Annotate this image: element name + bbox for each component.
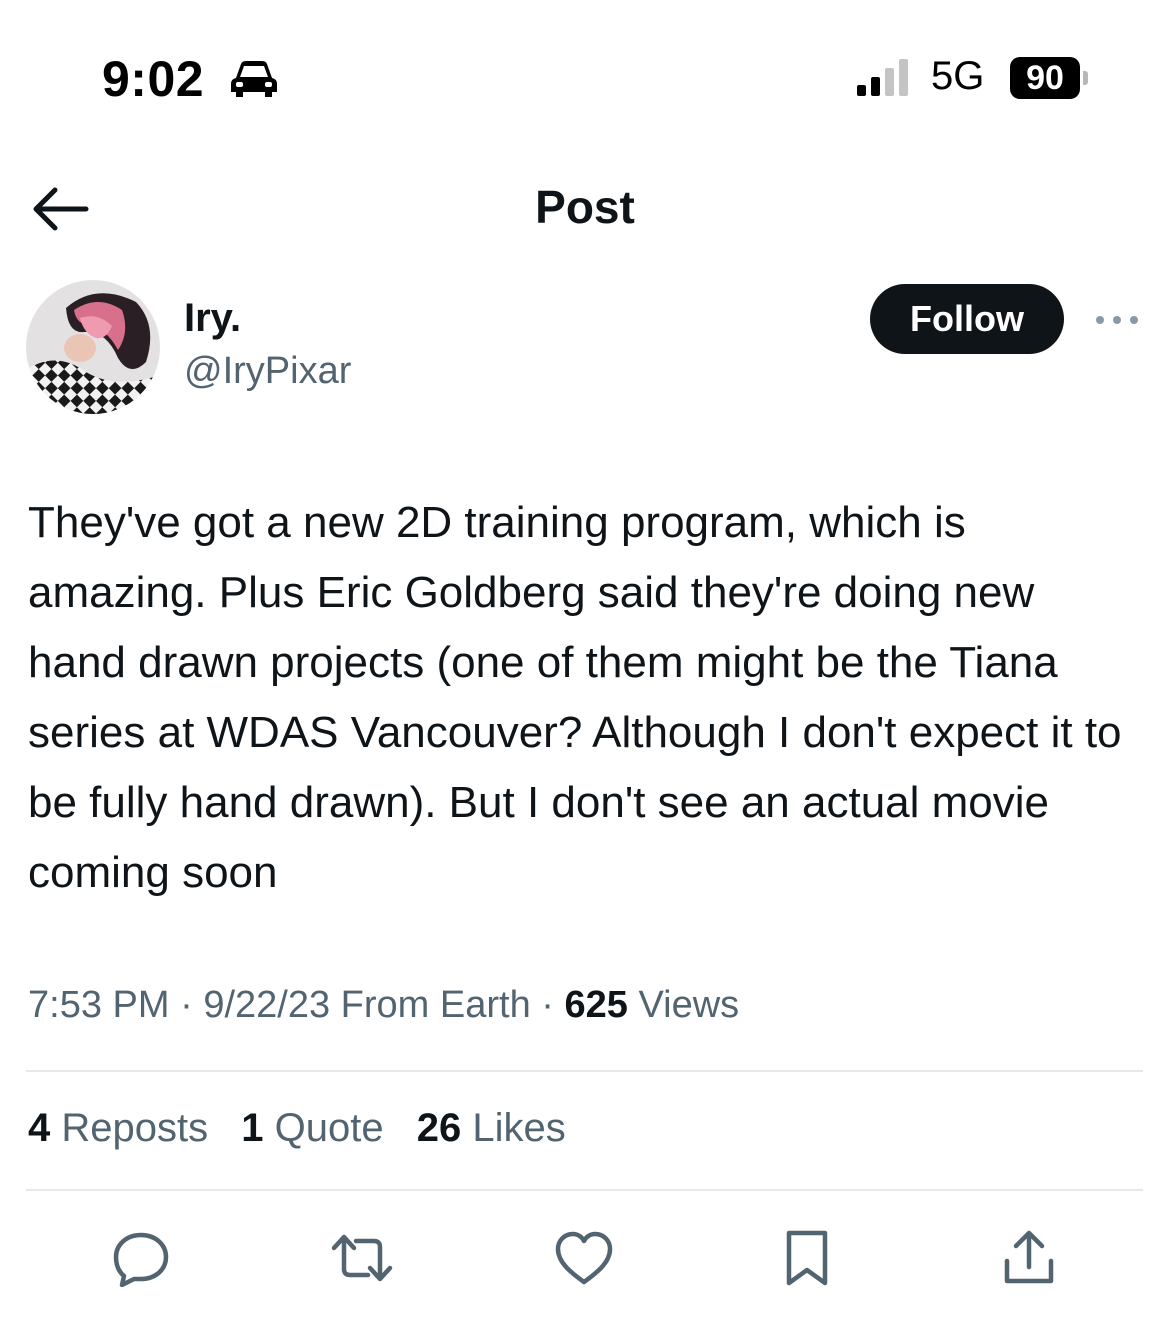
page-title: Post bbox=[535, 181, 635, 233]
like-button[interactable] bbox=[552, 1226, 616, 1290]
signal-icon bbox=[857, 59, 908, 96]
author-handle[interactable]: @IryPixar bbox=[184, 350, 351, 393]
repost-icon bbox=[331, 1234, 393, 1282]
post-date: 9/22/23 bbox=[203, 984, 331, 1026]
like-icon bbox=[555, 1231, 613, 1285]
avatar[interactable] bbox=[26, 280, 160, 414]
engagement-stats: 4 Reposts 1 Quote 26 Likes bbox=[28, 1106, 588, 1151]
status-time: 9:02 bbox=[102, 51, 205, 107]
reposts-stat[interactable]: 4 Reposts bbox=[28, 1106, 208, 1150]
share-button[interactable] bbox=[997, 1226, 1061, 1290]
post-time: 7:53 PM bbox=[28, 984, 170, 1026]
reposts-count: 4 bbox=[28, 1106, 51, 1150]
post-location: From Earth bbox=[340, 984, 531, 1026]
bookmark-button[interactable] bbox=[775, 1226, 839, 1290]
post-text: They've got a new 2D training program, w… bbox=[28, 498, 1122, 897]
follow-button[interactable]: Follow bbox=[870, 284, 1064, 354]
battery-tip bbox=[1083, 71, 1088, 85]
quotes-stat[interactable]: 1 Quote bbox=[241, 1106, 383, 1150]
share-icon bbox=[1004, 1230, 1054, 1284]
reposts-label: Reposts bbox=[61, 1106, 209, 1150]
reply-icon bbox=[113, 1232, 169, 1287]
divider bbox=[26, 1189, 1143, 1191]
network-label: 5G bbox=[931, 54, 985, 98]
meta-separator: · bbox=[541, 984, 554, 1026]
reply-button[interactable] bbox=[109, 1226, 173, 1290]
author-display-name[interactable]: Iry. bbox=[184, 296, 241, 341]
car-icon bbox=[231, 61, 277, 97]
bookmark-icon bbox=[786, 1230, 828, 1286]
quotes-count: 1 bbox=[241, 1106, 264, 1150]
more-icon[interactable] bbox=[1094, 314, 1140, 326]
views-count: 625 bbox=[564, 984, 628, 1026]
post-meta: 7:53 PM · 9/22/23 From Earth · 625 Views bbox=[28, 984, 739, 1027]
views-label: Views bbox=[638, 984, 740, 1026]
likes-count: 26 bbox=[416, 1106, 462, 1150]
repost-button[interactable] bbox=[330, 1226, 394, 1290]
likes-stat[interactable]: 26 Likes bbox=[417, 1106, 566, 1150]
likes-label: Likes bbox=[472, 1106, 566, 1150]
meta-separator: · bbox=[180, 984, 193, 1026]
battery-indicator: 90 bbox=[1010, 57, 1080, 99]
divider bbox=[26, 1070, 1143, 1072]
quotes-label: Quote bbox=[274, 1106, 384, 1150]
